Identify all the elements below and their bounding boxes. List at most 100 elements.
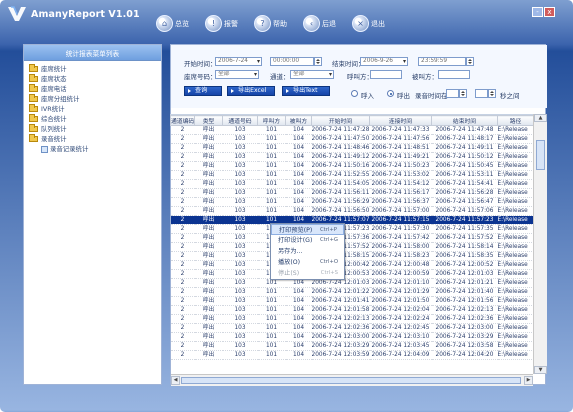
end-date-field[interactable]: 2006-9-26 — [360, 57, 408, 66]
table-row[interactable]: 2 呼出 103 101 104 2006-7-24 12:01:41 2006-7-24 … — [170, 296, 533, 306]
toolbar-help-button[interactable]: ? 帮助 — [254, 12, 287, 35]
recording-path-cell: E:\Release — [497, 242, 533, 252]
table-row[interactable]: 2 呼出 103 101 104 2006-7-24 12:01:58 2006-7-24 … — [170, 305, 533, 315]
sidebar-item-ivr-stats[interactable]: IVR统计 — [29, 104, 161, 114]
start-date-field[interactable]: 2006-7-24 — [215, 57, 262, 66]
vertical-scroll-thumb[interactable] — [536, 140, 545, 170]
table-row[interactable]: 2 呼出 103 101 104 2006-7-24 11:56:50 2006-7-24 … — [170, 206, 533, 216]
sidebar-item-queue-stats[interactable]: 队列统计 — [29, 124, 161, 134]
sidebar-item-recording-stats[interactable]: 录音统计 — [29, 134, 161, 144]
sidebar-item-seat-stats[interactable]: 座席统计 — [29, 64, 161, 74]
column-header[interactable]: 被叫方 — [285, 115, 312, 126]
toolbar-exit-button[interactable]: × 退出 — [352, 12, 385, 35]
start-time-spinner[interactable] — [314, 57, 322, 66]
column-header[interactable]: 呼叫方 — [257, 115, 286, 126]
table-cell: 101 — [257, 134, 286, 144]
context-menu-save-as[interactable]: 另存为... — [271, 246, 344, 257]
table-row[interactable]: 2 呼出 103 101 104 2006-7-24 11:52:55 2006-7-24 … — [170, 170, 533, 180]
table-row[interactable]: 2呼出1031011042006-7-24 11:57:362006-7-24 … — [170, 233, 533, 243]
start-time-field[interactable]: 00:00:00 — [270, 57, 314, 66]
table-cell: 2006-7-24 11:57:42 — [369, 233, 432, 243]
vertical-scrollbar[interactable]: ▲ ▼ — [533, 114, 547, 374]
column-header[interactable]: 通道号码 — [222, 115, 258, 126]
incoming-radio[interactable] — [351, 90, 358, 97]
table-row[interactable]: 2 呼出 103 101 104 2006-7-24 12:01:22 2006-7-24 … — [170, 287, 533, 297]
table-row[interactable]: 2 呼出 103 101 104 2006-7-24 11:57:07 2006-7-24 … — [170, 215, 533, 225]
table-row[interactable]: 2 呼出 103 101 104 2006-7-24 11:54:05 2006-7-24 … — [170, 179, 533, 189]
column-header[interactable]: 通道编码 — [170, 115, 195, 126]
table-cell: 101 — [257, 152, 286, 162]
table-row[interactable]: 2 呼出 103 101 104 2006-7-24 11:49:12 2006-7-24 … — [170, 152, 533, 162]
table-row[interactable]: 2 呼出 103 101 104 2006-7-24 12:03:00 2006-7-24 … — [170, 332, 533, 342]
table-row[interactable]: 2 呼出 103 101 104 2006-7-24 11:50:16 2006-7-24 … — [170, 161, 533, 171]
table-row[interactable]: 2 呼出 103 101 104 2006-7-24 12:03:29 2006-7-24 … — [170, 341, 533, 351]
end-time-field[interactable]: 23:59:59 — [418, 57, 466, 66]
export-excel-button[interactable]: 导出Excel — [227, 86, 275, 96]
scroll-up-icon[interactable]: ▲ — [534, 114, 547, 122]
scroll-right-icon[interactable]: ▶ — [524, 376, 533, 385]
report-panel: 开始时间： 2006-7-24 00:00:00 结束时间： 2006-9-26… — [170, 44, 547, 386]
caller-field[interactable] — [370, 70, 402, 79]
table-cell: 2 — [170, 143, 195, 153]
close-button[interactable]: x — [544, 7, 555, 17]
toolbar-back-button[interactable]: ‹ 后退 — [303, 12, 336, 35]
horizontal-scrollbar[interactable]: ◀ ▶ — [171, 374, 533, 386]
scroll-down-icon[interactable]: ▼ — [534, 366, 547, 374]
table-row[interactable]: 2呼出1031011042006-7-24 11:58:152006-7-24 … — [170, 251, 533, 261]
table-cell: 呼出 — [194, 332, 223, 342]
column-header[interactable]: 开始时间 — [311, 115, 370, 126]
scroll-left-icon[interactable]: ◀ — [171, 376, 180, 385]
sidebar-item-comprehensive-stats[interactable]: 综合统计 — [29, 114, 161, 124]
sidebar-item-seat-group-stats[interactable]: 座席分组统计 — [29, 94, 161, 104]
context-menu-print-design[interactable]: 打印设计(G) Ctrl+G — [271, 235, 344, 246]
table-row[interactable]: 2 呼出 103 101 104 2006-7-24 11:56:11 2006-7-24 … — [170, 188, 533, 198]
table-row[interactable]: 2 呼出 103 101 104 2006-7-24 12:03:59 2006-7-24 … — [170, 350, 533, 360]
sidebar-item-recording-record-stats[interactable]: 录音记录统计 — [29, 144, 161, 154]
export-text-button[interactable]: 导出Text — [282, 86, 330, 96]
table-cell: 2006-7-24 11:54:05 — [311, 179, 370, 189]
table-row[interactable]: 2呼出1031011042006-7-24 12:00:532006-7-24 … — [170, 269, 533, 279]
table-row[interactable]: 2 呼出 103 101 104 2006-7-24 12:02:13 2006-7-24 … — [170, 314, 533, 324]
table-cell: 呼出 — [194, 134, 223, 144]
table-cell: 2006-7-24 11:49:21 — [369, 152, 432, 162]
column-header[interactable]: 路径 — [497, 115, 533, 126]
context-menu: 打印预览(P) Ctrl+P 打印设计(G) Ctrl+G 另存为... 播放(O)… — [270, 223, 345, 280]
toolbar-alarm-button[interactable]: ! 报警 — [205, 12, 238, 35]
callee-field[interactable] — [438, 70, 470, 79]
table-row[interactable]: 2 呼出 103 101 104 2006-7-24 11:47:50 2006-7-24 … — [170, 134, 533, 144]
horizontal-scroll-thumb[interactable] — [181, 377, 521, 384]
table-row[interactable]: 2 呼出 103 101 104 2006-7-24 12:01:03 2006-7-24 … — [170, 278, 533, 288]
column-header[interactable]: 类型 — [194, 115, 223, 126]
sidebar-item-seat-phone[interactable]: 座席电话 — [29, 84, 161, 94]
recording-path-cell: E:\Release — [497, 125, 533, 135]
seat-number-select[interactable]: 全部 — [215, 70, 259, 79]
channel-select[interactable]: 全部 — [290, 70, 334, 79]
duration-max-spinner[interactable] — [488, 89, 496, 98]
toolbar-overview-button[interactable]: ⌂ 总览 — [156, 12, 189, 35]
sidebar-item-seat-status[interactable]: 座席状态 — [29, 74, 161, 84]
duration-min-field[interactable] — [446, 89, 459, 98]
outgoing-radio[interactable] — [387, 90, 394, 97]
query-button[interactable]: 查询 — [184, 86, 222, 96]
context-menu-play[interactable]: 播放(O) Ctrl+O — [271, 257, 344, 268]
table-row[interactable]: 2 呼出 103 101 104 2006-7-24 11:48:46 2006-7-24 … — [170, 143, 533, 153]
folder-icon — [29, 84, 38, 92]
context-menu-print-preview[interactable]: 打印预览(P) Ctrl+P — [271, 224, 344, 235]
column-header[interactable]: 结束时间 — [431, 115, 498, 126]
table-row[interactable]: 2 呼出 103 101 104 2006-7-24 12:02:36 2006-7-24 … — [170, 323, 533, 333]
minimize-button[interactable]: - — [532, 7, 543, 17]
menu-item-label: 播放(O) — [278, 259, 301, 266]
table-row[interactable]: 2呼出1031011042006-7-24 11:57:232006-7-24 … — [170, 224, 533, 234]
table-row[interactable]: 2 呼出 103 101 104 2006-7-24 11:47:28 2006-7-24 … — [170, 125, 533, 135]
table-row[interactable]: 2 呼出 103 101 104 2006-7-24 11:56:29 2006-7-24 … — [170, 197, 533, 207]
duration-max-field[interactable] — [475, 89, 488, 98]
recording-path-cell: E:\Release — [497, 287, 533, 297]
table-cell: 2006-7-24 12:02:24 — [369, 314, 432, 324]
channel-label: 通道： — [270, 73, 290, 81]
table-row[interactable]: 2呼出1031011042006-7-24 12:00:422006-7-24 … — [170, 260, 533, 270]
duration-min-spinner[interactable] — [459, 89, 467, 98]
end-time-spinner[interactable] — [466, 57, 474, 66]
column-header[interactable]: 连接时间 — [369, 115, 432, 126]
table-row[interactable]: 2呼出1031011042006-7-24 11:57:522006-7-24 … — [170, 242, 533, 252]
sidebar-item-label: 录音统计 — [41, 135, 67, 143]
